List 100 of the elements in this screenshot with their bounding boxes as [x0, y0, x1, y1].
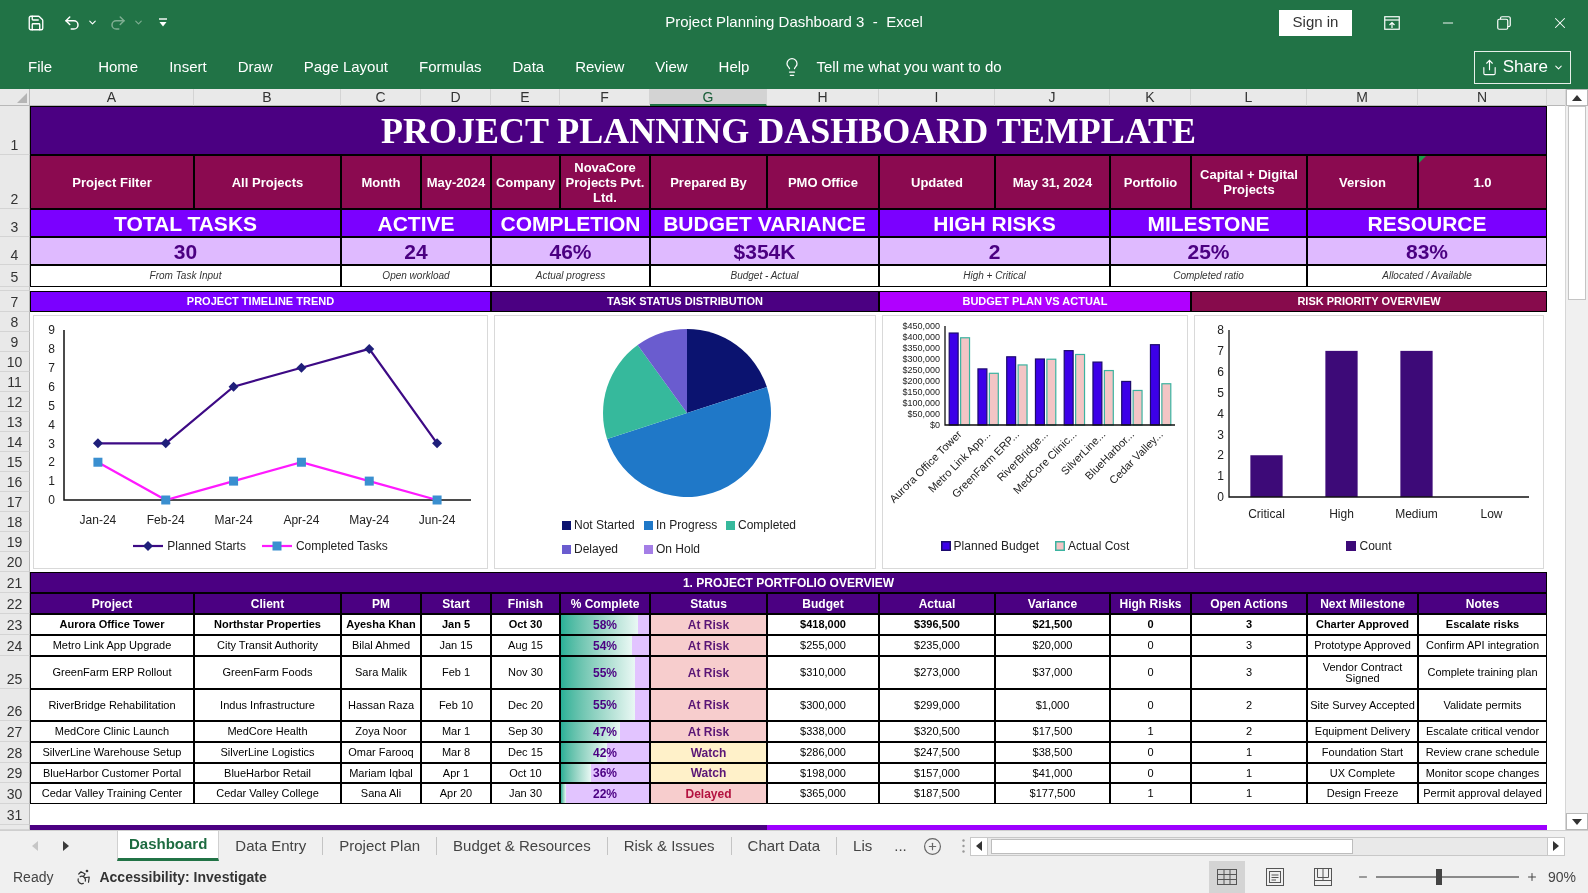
row-header[interactable]: 11 — [0, 372, 30, 392]
row-header[interactable]: 16 — [0, 472, 30, 492]
axis-label: Feb-24 — [146, 513, 185, 527]
row-header[interactable]: 17 — [0, 492, 30, 512]
plus-icon[interactable] — [1525, 871, 1538, 883]
data-point — [229, 476, 239, 486]
scroll-left-button[interactable] — [971, 837, 988, 855]
dots-icon[interactable] — [961, 839, 965, 853]
row-header[interactable]: 20 — [0, 552, 30, 572]
ribbon-tab[interactable]: Review — [567, 51, 633, 83]
column-header[interactable]: A — [30, 89, 194, 106]
scroll-right-button[interactable] — [1547, 837, 1564, 855]
sheet-tab[interactable]: Chart Data — [731, 831, 837, 861]
undo-icon[interactable] — [63, 13, 81, 32]
page-break-icon — [1313, 868, 1332, 886]
legend-label: Actual Cost — [1068, 538, 1130, 555]
column-header[interactable]: M — [1307, 89, 1418, 106]
scrollbar-thumb[interactable] — [1568, 106, 1586, 300]
sign-in-button[interactable]: Sign in — [1279, 9, 1352, 36]
caret-icon[interactable] — [87, 17, 98, 28]
scroll-down-button[interactable] — [1566, 813, 1588, 830]
row-header[interactable]: 30 — [0, 783, 30, 804]
row-header[interactable]: 2 — [0, 155, 30, 209]
row-header[interactable]: 10 — [0, 352, 30, 372]
sheet-tab[interactable]: Dashboard — [117, 831, 220, 861]
row-header[interactable]: 18 — [0, 512, 30, 532]
row-header[interactable]: 19 — [0, 532, 30, 552]
row-header[interactable]: 9 — [0, 332, 30, 352]
table-cell: Permit approval delayed — [1418, 783, 1547, 804]
column-header[interactable]: I — [879, 89, 995, 106]
ribbon-tab[interactable]: Help — [710, 51, 758, 83]
table-cell: Validate permits — [1418, 689, 1547, 721]
ribbon-tab[interactable]: Page Layout — [295, 51, 396, 83]
column-header[interactable]: E — [491, 89, 560, 106]
row-header[interactable]: 14 — [0, 432, 30, 452]
row-header[interactable]: 8 — [0, 312, 30, 332]
kpi-value: 25% — [1110, 237, 1307, 265]
table-header-cell: High Risks — [1110, 593, 1191, 614]
row-header[interactable]: 7 — [0, 291, 30, 312]
row-header[interactable]: 4 — [0, 237, 30, 265]
column-header[interactable]: G — [650, 89, 767, 106]
down-triangle-icon — [1572, 818, 1582, 825]
right-triangle-icon[interactable] — [63, 841, 69, 851]
axis-label: 9 — [48, 323, 55, 338]
accessibility-button[interactable]: Accessibility: Investigate — [75, 866, 267, 888]
legend-swatch-icon — [562, 544, 571, 554]
row-header[interactable]: 5 — [0, 265, 30, 287]
row-header[interactable]: 28 — [0, 742, 30, 763]
column-header[interactable]: D — [421, 89, 491, 106]
row-header[interactable]: 23 — [0, 614, 30, 635]
sheet-tab[interactable]: Project Plan — [323, 831, 437, 861]
horizontal-scrollbar[interactable] — [970, 836, 1565, 856]
table-cell: Monitor scope changes — [1418, 763, 1547, 783]
chart-title-bar: RISK PRIORITY OVERVIEW — [1191, 291, 1547, 312]
ribbon-display-icon[interactable] — [1384, 15, 1400, 30]
row-header[interactable]: 27 — [0, 721, 30, 742]
ribbon-tab[interactable]: File — [20, 51, 61, 83]
column-header[interactable]: N — [1418, 89, 1547, 106]
scrollbar-thumb[interactable] — [991, 838, 1353, 854]
scroll-up-button[interactable] — [1566, 89, 1588, 106]
ribbon-tab[interactable]: View — [647, 51, 696, 83]
column-header[interactable]: K — [1110, 89, 1191, 106]
view-button[interactable] — [1208, 861, 1245, 893]
customize-icon[interactable] — [158, 18, 168, 27]
slider-thumb[interactable] — [1435, 869, 1442, 885]
column-header[interactable]: H — [767, 89, 879, 106]
ribbon-tab[interactable]: Insert — [161, 51, 215, 83]
column-header[interactable]: B — [194, 89, 341, 106]
add-sheet-icon[interactable] — [922, 836, 942, 856]
share-button[interactable]: Share — [1473, 50, 1571, 84]
row-header[interactable]: 25 — [0, 656, 30, 689]
row-header[interactable]: 22 — [0, 593, 30, 614]
sheet-tab[interactable]: Budget & Resources — [437, 831, 607, 861]
sheet-tab[interactable]: Data Entry — [219, 831, 323, 861]
ribbon-tab[interactable]: Formulas — [410, 51, 490, 83]
column-header[interactable]: L — [1191, 89, 1307, 106]
row-header[interactable]: 13 — [0, 412, 30, 432]
save-icon[interactable] — [27, 13, 45, 32]
row-header[interactable]: 15 — [0, 452, 30, 472]
column-header[interactable]: F — [560, 89, 650, 106]
row-header[interactable]: 24 — [0, 635, 30, 656]
axis-label: High — [1329, 507, 1354, 521]
vertical-scrollbar[interactable] — [1565, 89, 1588, 830]
sheet-tab[interactable]: Risk & Issues — [607, 831, 731, 861]
ribbon-tab[interactable]: Draw — [229, 51, 281, 83]
tell-me-field[interactable]: Tell me what you want to do — [816, 55, 1002, 79]
restore-icon[interactable] — [1497, 15, 1511, 30]
row-header[interactable]: 31 — [0, 804, 30, 825]
row-header[interactable]: 3 — [0, 209, 30, 237]
ribbon-tab[interactable]: Data — [504, 51, 553, 83]
column-header[interactable]: J — [995, 89, 1110, 106]
row-header[interactable]: 1 — [0, 106, 30, 155]
sheet-tab[interactable]: Lis — [837, 831, 889, 861]
row-header[interactable]: 12 — [0, 392, 30, 412]
more-tabs-button[interactable]: ... — [894, 834, 907, 858]
ribbon-tab[interactable]: Home — [90, 51, 147, 83]
row-header[interactable]: 26 — [0, 689, 30, 721]
row-header[interactable]: 21 — [0, 572, 30, 593]
row-header[interactable]: 29 — [0, 763, 30, 783]
column-header[interactable]: C — [341, 89, 421, 106]
